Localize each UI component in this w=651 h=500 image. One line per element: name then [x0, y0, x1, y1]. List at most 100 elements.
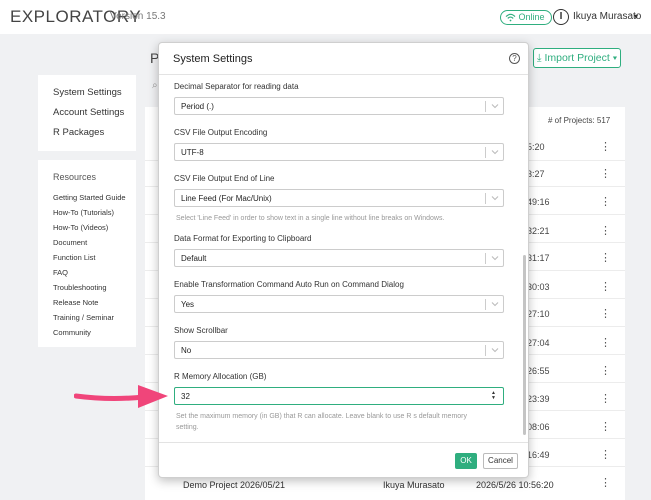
row-menu-icon[interactable]: ⋮ [600, 364, 611, 377]
csv-eol-select[interactable]: Line Feed (For Mac/Unix) [174, 189, 504, 207]
row-menu-icon[interactable]: ⋮ [600, 307, 611, 320]
import-project-label: Import Project [544, 52, 610, 64]
project-row-time: 27:10 [527, 309, 550, 319]
auto-run-label: Enable Transformation Command Auto Run o… [174, 280, 404, 289]
r-memory-value: 32 [181, 392, 190, 401]
project-row-time: 23:39 [527, 394, 550, 404]
resource-link[interactable]: How-To (Videos) [53, 223, 108, 232]
project-row-time: 27:04 [527, 338, 550, 348]
row-menu-icon[interactable]: ⋮ [600, 476, 611, 489]
select-separator [485, 193, 486, 204]
help-icon[interactable]: ? [509, 53, 520, 64]
online-label: Online [518, 12, 545, 22]
csv-encoding-label: CSV File Output Encoding [174, 128, 268, 137]
project-row-time: 49:16 [527, 197, 550, 207]
demo-project-owner: Ikuya Murasato [383, 480, 445, 490]
project-count: # of Projects: 517 [548, 116, 611, 125]
row-menu-icon[interactable]: ⋮ [600, 336, 611, 349]
auto-run-select[interactable]: Yes [174, 295, 504, 313]
dialog-title: System Settings [173, 53, 253, 65]
clipboard-format-value: Default [181, 254, 207, 263]
top-bar: EXPLORATORY Version 15.3 Online I Ikuya … [0, 0, 651, 34]
r-memory-input[interactable]: 32 ▲ ▼ [174, 387, 504, 405]
demo-project-name[interactable]: Demo Project 2026/05/21 [183, 480, 285, 490]
row-menu-icon[interactable]: ⋮ [600, 251, 611, 264]
project-row-time: 5:20 [527, 142, 545, 152]
clipboard-format-label: Data Format for Exporting to Clipboard [174, 234, 312, 243]
project-row-time: 32:21 [527, 226, 550, 236]
auto-run-value: Yes [181, 300, 195, 309]
chevron-down-icon [491, 348, 499, 353]
sidebar-item-r-packages[interactable]: R Packages [53, 127, 104, 138]
app-version: Version 15.3 [110, 11, 166, 22]
clipboard-format-select[interactable]: Default [174, 249, 504, 267]
csv-eol-label: CSV File Output End of Line [174, 174, 275, 183]
chevron-down-icon [491, 196, 499, 201]
r-memory-label: R Memory Allocation (GB) [174, 372, 267, 381]
row-menu-icon[interactable]: ⋮ [600, 448, 611, 461]
project-row-time: 31:17 [527, 253, 550, 263]
chevron-down-icon [491, 302, 499, 307]
show-scrollbar-select[interactable]: No [174, 341, 504, 359]
chevron-down-icon [491, 150, 499, 155]
resource-link[interactable]: Document [53, 238, 87, 247]
wifi-icon [505, 13, 516, 22]
system-settings-dialog: System Settings ? Decimal Separator for … [158, 42, 529, 478]
csv-eol-help: Select 'Line Feed' in order to show text… [176, 215, 445, 222]
dialog-body: Decimal Separator for reading data Perio… [159, 76, 528, 436]
import-caret-icon: ▾ [612, 52, 618, 64]
show-scrollbar-label: Show Scrollbar [174, 326, 228, 335]
chevron-down-icon [491, 104, 499, 109]
resource-link[interactable]: Function List [53, 253, 96, 262]
resources-heading: Resources [53, 172, 97, 182]
resource-link[interactable]: Community [53, 328, 91, 337]
online-status-badge: Online [500, 10, 552, 25]
decimal-separator-label: Decimal Separator for reading data [174, 82, 299, 91]
number-stepper-icon[interactable]: ▲ ▼ [491, 391, 496, 401]
user-name[interactable]: Ikuya Murasato [573, 11, 641, 22]
row-menu-icon[interactable]: ⋮ [600, 420, 611, 433]
r-memory-help-line1: Set the maximum memory (in GB) that R ca… [176, 413, 468, 420]
decimal-separator-value: Period (.) [181, 102, 214, 111]
resource-link[interactable]: How-To (Tutorials) [53, 208, 114, 217]
sidebar-resources: Resources Getting Started Guide How-To (… [38, 160, 136, 347]
decimal-separator-select[interactable]: Period (.) [174, 97, 504, 115]
csv-encoding-value: UTF-8 [181, 148, 204, 157]
import-project-button[interactable]: ⤓ Import Project ▾ [533, 48, 621, 68]
row-menu-icon[interactable]: ⋮ [600, 195, 611, 208]
user-avatar-icon[interactable]: I [553, 9, 569, 25]
sidebar-item-account-settings[interactable]: Account Settings [53, 107, 124, 118]
row-menu-icon[interactable]: ⋮ [600, 224, 611, 237]
download-icon: ⤓ [536, 52, 542, 64]
project-row-time: 30:03 [527, 282, 550, 292]
chevron-down-icon [491, 256, 499, 261]
csv-eol-value: Line Feed (For Mac/Unix) [181, 194, 272, 203]
select-separator [485, 147, 486, 158]
resource-link[interactable]: Getting Started Guide [53, 193, 126, 202]
cancel-button[interactable]: Cancel [483, 453, 518, 469]
user-menu-caret-icon[interactable]: ▾ [634, 12, 638, 21]
project-row-time: 26:55 [527, 366, 550, 376]
resource-link[interactable]: Release Note [53, 298, 98, 307]
resource-link[interactable]: Troubleshooting [53, 283, 107, 292]
ok-button[interactable]: OK [455, 453, 477, 469]
dialog-scrollbar-thumb[interactable] [523, 255, 526, 435]
r-memory-help: Set the maximum memory (in GB) that R ca… [176, 411, 467, 433]
annotation-arrow-icon [74, 385, 168, 408]
resource-link[interactable]: FAQ [53, 268, 68, 277]
search-icon: ⌕ [152, 80, 158, 91]
demo-project-date: 2026/5/26 10:56:20 [476, 480, 554, 490]
sidebar-settings: System Settings Account Settings R Packa… [38, 75, 136, 151]
dialog-header: System Settings ? [159, 43, 528, 75]
row-menu-icon[interactable]: ⋮ [600, 140, 611, 153]
sidebar-item-system-settings[interactable]: System Settings [53, 87, 122, 98]
select-separator [485, 345, 486, 356]
resource-link[interactable]: Training / Seminar [53, 313, 114, 322]
dialog-footer: OK Cancel [159, 442, 528, 477]
row-menu-icon[interactable]: ⋮ [600, 392, 611, 405]
csv-encoding-select[interactable]: UTF-8 [174, 143, 504, 161]
row-menu-icon[interactable]: ⋮ [600, 280, 611, 293]
project-row-time: 3:27 [527, 169, 545, 179]
row-menu-icon[interactable]: ⋮ [600, 167, 611, 180]
select-separator [485, 253, 486, 264]
